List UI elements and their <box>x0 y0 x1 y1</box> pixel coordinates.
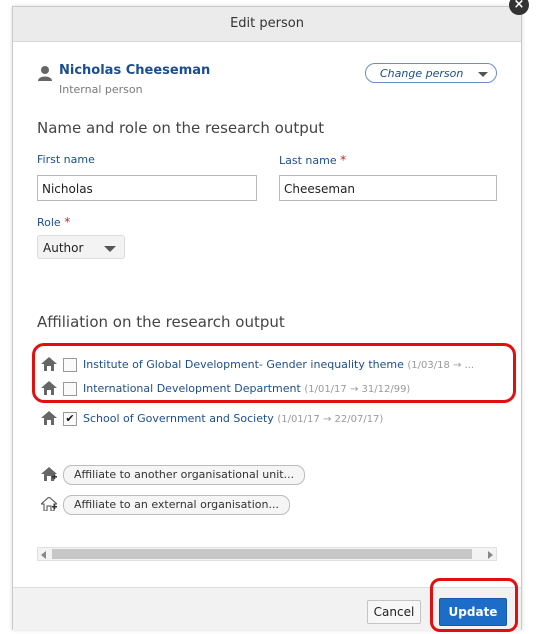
person-name[interactable]: Nicholas Cheeseman <box>59 63 210 78</box>
add-external-icon <box>41 497 57 511</box>
dialog-title: Edit person <box>13 7 521 42</box>
edit-person-dialog: Edit person × Nicholas Cheeseman Interna… <box>12 0 529 630</box>
affiliation-section-title: Affiliation on the research output <box>37 313 285 331</box>
scroll-right-icon[interactable] <box>488 551 493 559</box>
chevron-down-icon <box>478 72 488 77</box>
annotation-highlight-update <box>430 578 518 632</box>
add-unit-icon <box>41 467 57 481</box>
chevron-down-icon <box>104 246 116 252</box>
required-asterisk: * <box>340 153 347 167</box>
affiliate-internal-button[interactable]: Affiliate to another organisational unit… <box>63 465 306 485</box>
person-icon <box>38 66 52 81</box>
name-section-title: Name and role on the research output <box>37 119 325 137</box>
first-name-label: First name <box>37 153 95 166</box>
affiliation-item[interactable]: School of Government and Society (1/01/1… <box>83 412 383 425</box>
home-icon <box>41 411 57 425</box>
cancel-button[interactable]: Cancel <box>367 600 421 624</box>
affiliation-dates: (1/01/17 → 22/07/17) <box>277 414 384 425</box>
last-name-field[interactable]: Cheeseman <box>279 175 497 201</box>
horizontal-scrollbar[interactable] <box>37 547 497 561</box>
role-value: Author <box>43 241 84 255</box>
first-name-field[interactable]: Nicholas <box>37 175 257 201</box>
required-asterisk: * <box>64 215 71 229</box>
scrollbar-thumb[interactable] <box>52 549 472 559</box>
affiliate-external-button[interactable]: Affiliate to an external organisation... <box>63 495 290 515</box>
person-type: Internal person <box>59 83 143 96</box>
last-name-label-text: Last name <box>279 154 337 167</box>
change-person-button[interactable]: Change person <box>365 63 497 83</box>
role-select[interactable]: Author <box>37 235 125 259</box>
close-icon[interactable]: × <box>509 0 529 15</box>
last-name-label: Last name * <box>279 153 346 167</box>
affiliation-name: School of Government and Society <box>83 412 274 425</box>
affiliation-checkbox-checked[interactable]: ✔ <box>63 412 77 426</box>
role-label: Role * <box>37 215 70 229</box>
scroll-left-icon[interactable] <box>41 551 46 559</box>
annotation-highlight-affiliations <box>32 343 516 403</box>
role-label-text: Role <box>37 216 61 229</box>
change-person-label: Change person <box>380 67 464 80</box>
